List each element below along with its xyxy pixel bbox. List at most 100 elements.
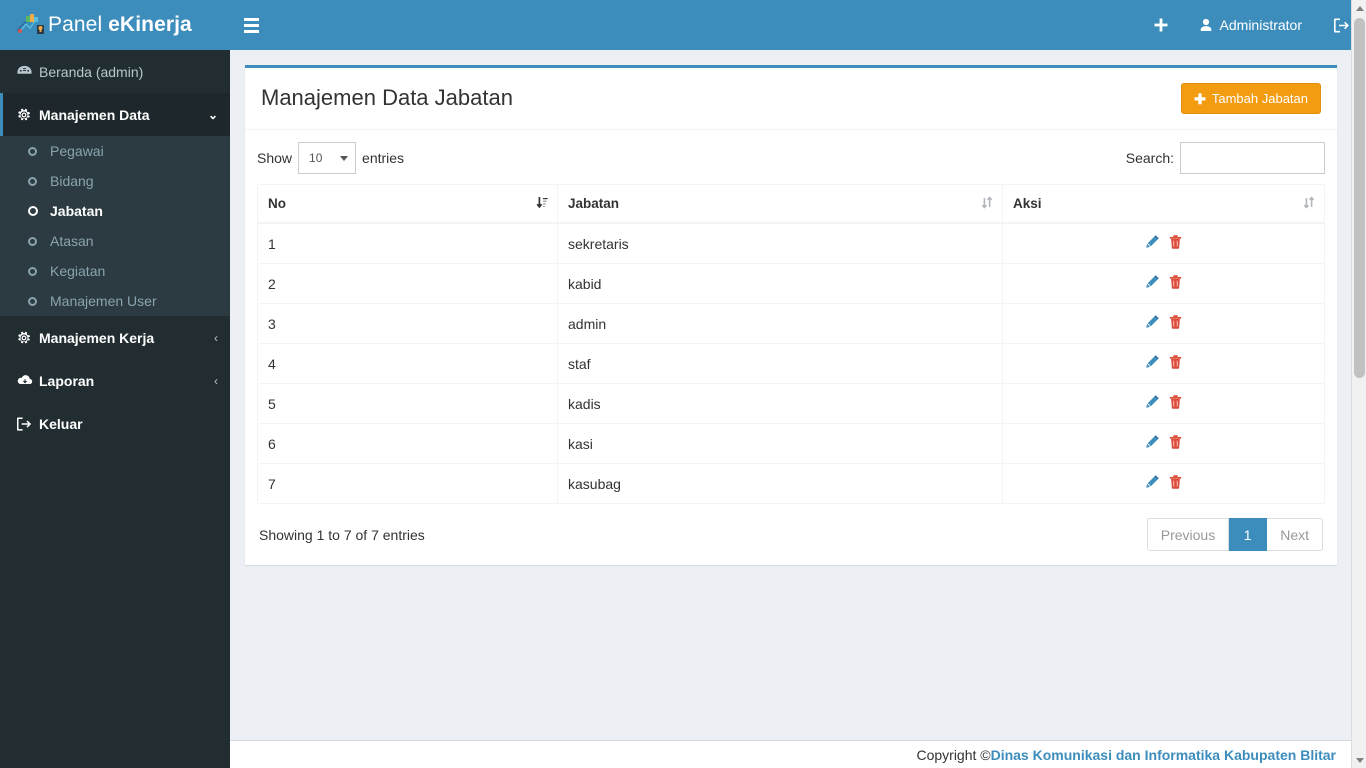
vertical-scrollbar[interactable] <box>1351 0 1366 768</box>
table-header-row: No Jabatan Aksi <box>257 184 1325 224</box>
search-label: Search: <box>1125 150 1174 166</box>
column-label: Aksi <box>1013 196 1042 211</box>
add-jabatan-button[interactable]: ✚ Tambah Jabatan <box>1181 83 1321 114</box>
pagination-previous[interactable]: Previous <box>1146 518 1230 551</box>
sidebar-link-keluar[interactable]: Keluar <box>0 402 230 445</box>
page-length-select[interactable]: 10 <box>298 142 357 174</box>
circle-o-icon <box>28 206 50 216</box>
sidebar-link-manajemen-data[interactable]: Manajemen Data ⌄ <box>0 93 230 136</box>
cloud-download-icon <box>17 374 39 387</box>
sidebar-item-pegawai[interactable]: Pegawai <box>0 136 230 166</box>
pagination-page-1[interactable]: 1 <box>1229 518 1268 551</box>
scroll-down-icon[interactable] <box>1352 752 1366 768</box>
delete-icon[interactable] <box>1169 275 1182 289</box>
cell-aksi <box>1002 343 1325 384</box>
hamburger-icon[interactable] <box>230 0 272 50</box>
column-label: Jabatan <box>568 196 620 211</box>
sidebar-item-label: Beranda (admin) <box>39 63 144 80</box>
search-input[interactable] <box>1180 142 1325 174</box>
edit-icon[interactable] <box>1145 355 1159 369</box>
sidebar-link-atasan[interactable]: Atasan <box>0 226 230 256</box>
brand-title: Panel eKinerja <box>48 13 192 37</box>
sidebar-link-beranda[interactable]: Beranda (admin) <box>0 50 230 93</box>
column-header-jabatan[interactable]: Jabatan <box>557 184 1003 224</box>
hamburger-bar <box>243 29 259 33</box>
pagination: Previous 1 Next <box>1146 518 1323 551</box>
edit-icon[interactable] <box>1145 235 1159 249</box>
ekinerja-logo-icon <box>14 12 46 38</box>
delete-icon[interactable] <box>1169 475 1182 489</box>
sidebar-item-laporan[interactable]: Laporan ‹ <box>0 359 230 402</box>
user-menu[interactable]: Administrator <box>1183 0 1318 50</box>
sidebar-link-jabatan[interactable]: Jabatan <box>0 196 230 226</box>
add-jabatan-label: Tambah Jabatan <box>1211 91 1308 106</box>
datatable-footer: Showing 1 to 7 of 7 entries Previous 1 N… <box>257 504 1325 553</box>
sidebar-item-atasan[interactable]: Atasan <box>0 226 230 256</box>
gear-icon <box>17 331 39 345</box>
sidebar-link-pegawai[interactable]: Pegawai <box>0 136 230 166</box>
sidebar-item-manajemen-data[interactable]: Manajemen Data ⌄ Pegawai Bidang Jabatan … <box>0 93 230 316</box>
sidebar-item-kegiatan[interactable]: Kegiatan <box>0 256 230 286</box>
chevron-down-icon <box>340 156 349 161</box>
chevron-left-icon: ‹ <box>214 373 218 388</box>
footer-org-label[interactable]: Dinas Komunikasi dan Informatika Kabupat… <box>991 747 1336 763</box>
column-label: No <box>268 196 286 211</box>
edit-icon[interactable] <box>1145 315 1159 329</box>
gear-icon <box>17 108 39 122</box>
row-actions <box>1145 315 1182 329</box>
dashboard-icon <box>17 65 39 78</box>
edit-icon[interactable] <box>1145 435 1159 449</box>
row-actions <box>1145 355 1182 369</box>
sidebar-item-beranda[interactable]: Beranda (admin) <box>0 50 230 93</box>
chevron-left-icon: ‹ <box>214 330 218 345</box>
delete-icon[interactable] <box>1169 315 1182 329</box>
table-row: 1 sekretaris <box>257 222 1325 264</box>
hamburger-bar <box>243 23 259 27</box>
row-actions <box>1145 475 1182 489</box>
sidebar-link-bidang[interactable]: Bidang <box>0 166 230 196</box>
entries-label: entries <box>362 150 405 166</box>
copyright-prefix: Copyright © <box>916 746 991 763</box>
sort-asc-icon <box>536 196 548 212</box>
triangle-down <box>1355 757 1364 763</box>
add-button[interactable] <box>1139 0 1183 50</box>
delete-icon[interactable] <box>1169 355 1182 369</box>
sidebar-item-keluar[interactable]: Keluar <box>0 402 230 445</box>
edit-icon[interactable] <box>1145 275 1159 289</box>
sidebar-item-manajemen-kerja[interactable]: Manajemen Kerja ‹ <box>0 316 230 359</box>
page-length-control: Show 10 entries <box>257 142 404 174</box>
pagination-next[interactable]: Next <box>1267 518 1323 551</box>
table-body: 1 sekretaris 2 kabid 3 admin 4 staf 5 kadis 6 kasi 7… <box>257 222 1325 504</box>
sidebar-link-manajemen-user[interactable]: Manajemen User <box>0 286 230 316</box>
sidebar-item-label: Manajemen Data <box>39 106 150 123</box>
sidebar-item-jabatan[interactable]: Jabatan <box>0 196 230 226</box>
sidebar-subitem-label: Bidang <box>50 173 94 189</box>
column-header-aksi[interactable]: Aksi <box>1002 184 1325 224</box>
edit-icon[interactable] <box>1145 395 1159 409</box>
delete-icon[interactable] <box>1169 395 1182 409</box>
sidebar-link-manajemen-kerja[interactable]: Manajemen Kerja ‹ <box>0 316 230 359</box>
column-header-no[interactable]: No <box>257 184 558 224</box>
footer-org-link[interactable]: Dinas Komunikasi dan Informatika Kabupat… <box>991 747 1336 763</box>
cell-aksi <box>1002 263 1325 304</box>
plus-icon <box>1154 18 1168 32</box>
brand-logo[interactable]: Panel eKinerja <box>0 0 230 50</box>
sidebar-link-kegiatan[interactable]: Kegiatan <box>0 256 230 286</box>
table-row: 7 kasubag <box>257 463 1325 504</box>
sidebar-item-manajemen-user[interactable]: Manajemen User <box>0 286 230 316</box>
delete-icon[interactable] <box>1169 235 1182 249</box>
sidebar-subitem-label: Pegawai <box>50 143 104 159</box>
circle-o-icon <box>28 296 50 306</box>
sidebar-item-bidang[interactable]: Bidang <box>0 166 230 196</box>
scrollbar-thumb[interactable] <box>1354 18 1365 378</box>
edit-icon[interactable] <box>1145 475 1159 489</box>
row-actions <box>1145 275 1182 289</box>
row-actions <box>1145 235 1182 249</box>
sidebar-link-laporan[interactable]: Laporan ‹ <box>0 359 230 402</box>
cell-aksi <box>1002 303 1325 344</box>
cell-jabatan: kabid <box>557 263 1003 304</box>
cell-jabatan: kadis <box>557 383 1003 424</box>
scroll-up-icon[interactable] <box>1352 0 1366 16</box>
delete-icon[interactable] <box>1169 435 1182 449</box>
sidebar: Panel eKinerja Beranda (admin) Manajemen… <box>0 0 230 768</box>
